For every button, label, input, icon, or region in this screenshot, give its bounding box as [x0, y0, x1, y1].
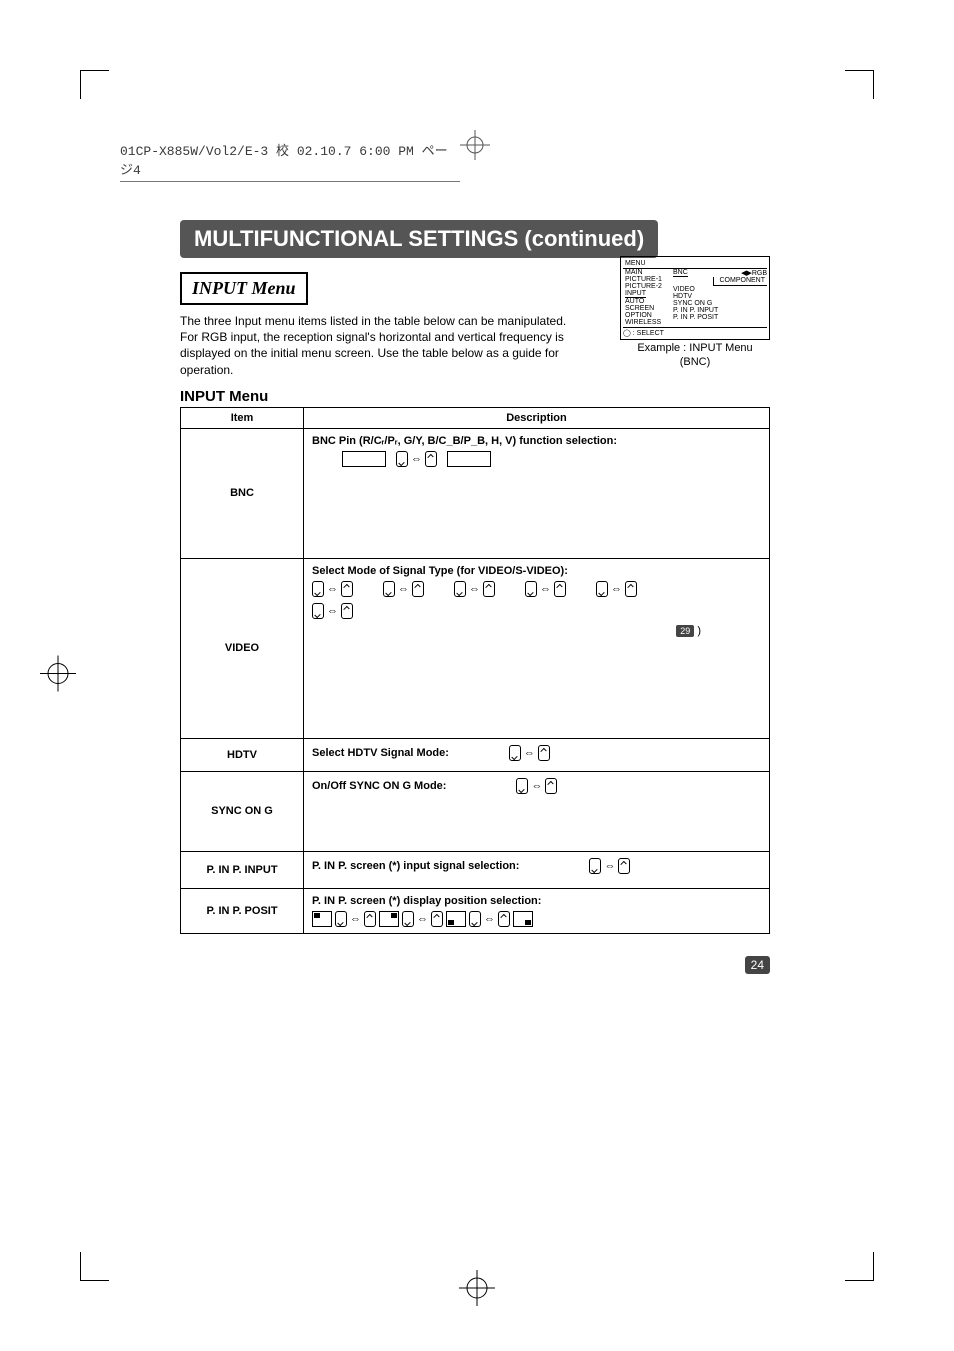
row-desc-pinpposit: P. IN P. screen (*) display position sel… [304, 888, 770, 933]
updown-arrow-icon: ⇔ [312, 603, 353, 619]
updown-arrow-icon: ⇔ [454, 581, 495, 597]
menu-fig-right-sub: COMPONENT [713, 277, 767, 286]
registration-mark-left-icon [40, 655, 76, 696]
menu-fig-item-selected: INPUT [625, 290, 646, 298]
menu-fig-item: MAIN [625, 269, 671, 276]
value-box [447, 451, 491, 467]
position-br-icon [513, 911, 533, 927]
updown-arrow-icon: ⇔ [312, 581, 353, 597]
updown-arrow-icon: ⇔ [335, 911, 376, 927]
col-head-desc: Description [304, 407, 770, 428]
row-item-hdtv: HDTV [181, 738, 304, 771]
page-number: 24 [745, 956, 770, 974]
row-desc-bnc: BNC Pin (R/Cᵣ/Pᵣ, G/Y, B/C_B/P_B, H, V) … [304, 428, 770, 558]
position-tr-icon [379, 911, 399, 927]
updown-arrow-icon: ⇔ [469, 911, 510, 927]
menu-figure: MENU MAIN PICTURE-1 PICTURE-2 INPUT AUTO… [620, 256, 770, 368]
table-heading: INPUT Menu [180, 388, 770, 405]
updown-arrow-icon: ⇔ [589, 858, 630, 874]
bnc-title: BNC Pin (R/Cᵣ/Pᵣ, G/Y, B/C_B/P_B, H, V) … [312, 435, 761, 447]
updown-arrow-icon: ⇔ [396, 451, 437, 467]
row-desc-hdtv: Select HDTV Signal Mode: ⇔ [304, 738, 770, 771]
pinpposit-title: P. IN P. screen (*) display position sel… [312, 895, 761, 907]
position-tl-icon [312, 911, 332, 927]
content-area: MULTIFUNCTIONAL SETTINGS (continued) INP… [180, 220, 770, 934]
video-title: Select Mode of Signal Type (for VIDEO/S-… [312, 565, 761, 577]
updown-arrow-icon: ⇔ [596, 581, 637, 597]
updown-arrow-icon: ⇔ [383, 581, 424, 597]
row-desc-syncong: On/Off SYNC ON G Mode: ⇔ [304, 771, 770, 851]
crop-mark-br [845, 1252, 874, 1281]
row-item-bnc: BNC [181, 428, 304, 558]
menu-fig-item: PICTURE-1 [625, 276, 671, 283]
row-item-video: VIDEO [181, 558, 304, 738]
row-item-pinpinput: P. IN P. INPUT [181, 851, 304, 888]
updown-arrow-icon: ⇔ [516, 778, 557, 794]
menu-fig-right-item: HDTV [673, 293, 767, 300]
hdtv-title: Select HDTV Signal Mode: [312, 747, 449, 759]
menu-fig-right-item: P. IN P. POSIT [673, 314, 767, 321]
row-item-pinpposit: P. IN P. POSIT [181, 888, 304, 933]
syncong-title: On/Off SYNC ON G Mode: [312, 780, 446, 792]
menu-fig-item: OPTION [625, 312, 671, 319]
print-slugline: 01CP-X885W/Vol2/E-3 校 02.10.7 6:00 PM ペー… [120, 140, 460, 182]
pinpinput-title: P. IN P. screen (*) input signal selecti… [312, 860, 519, 872]
row-desc-pinpinput: P. IN P. screen (*) input signal selecti… [304, 851, 770, 888]
crop-mark-tr [845, 70, 874, 99]
section-subtitle: INPUT Menu [180, 272, 308, 305]
page-root: 01CP-X885W/Vol2/E-3 校 02.10.7 6:00 PM ペー… [0, 0, 954, 1351]
registration-mark-slug-icon [460, 130, 490, 165]
menu-fig-caption: Example : INPUT Menu [620, 342, 770, 354]
input-menu-table: Item Description BNC BNC Pin (R/Cᵣ/Pᵣ, G… [180, 407, 770, 934]
menu-fig-right-item: P. IN P. INPUT [673, 307, 767, 314]
menu-fig-right-item: VIDEO [673, 286, 767, 293]
menu-fig-item: SCREEN [625, 305, 671, 312]
registration-mark-bottom-icon [459, 1270, 495, 1311]
menu-fig-item: PICTURE-2 [625, 283, 671, 290]
updown-arrow-icon: ⇔ [509, 745, 550, 761]
row-desc-video: Select Mode of Signal Type (for VIDEO/S-… [304, 558, 770, 738]
crop-mark-bl [80, 1252, 109, 1281]
reference-box: 29 [676, 625, 694, 637]
menu-fig-item: WIRELESS [625, 319, 671, 326]
menu-fig-right-sel: BNC [673, 269, 688, 277]
intro-paragraph: The three Input menu items listed in the… [180, 313, 575, 378]
position-bl-icon [446, 911, 466, 927]
menu-fig-item: AUTO [625, 298, 671, 305]
page-banner: MULTIFUNCTIONAL SETTINGS (continued) [180, 220, 658, 258]
menu-fig-right-val: ◀▶RGB [741, 269, 767, 277]
row-item-syncong: SYNC ON G [181, 771, 304, 851]
value-box [342, 451, 386, 467]
menu-fig-right-item: SYNC ON G [673, 300, 767, 307]
menu-fig-title: MENU [623, 259, 767, 269]
col-head-item: Item [181, 407, 304, 428]
menu-fig-footer: ◯ : SELECT [623, 327, 767, 337]
updown-arrow-icon: ⇔ [402, 911, 443, 927]
updown-arrow-icon: ⇔ [525, 581, 566, 597]
menu-fig-caption2: (BNC) [620, 356, 770, 368]
crop-mark-tl [80, 70, 109, 99]
